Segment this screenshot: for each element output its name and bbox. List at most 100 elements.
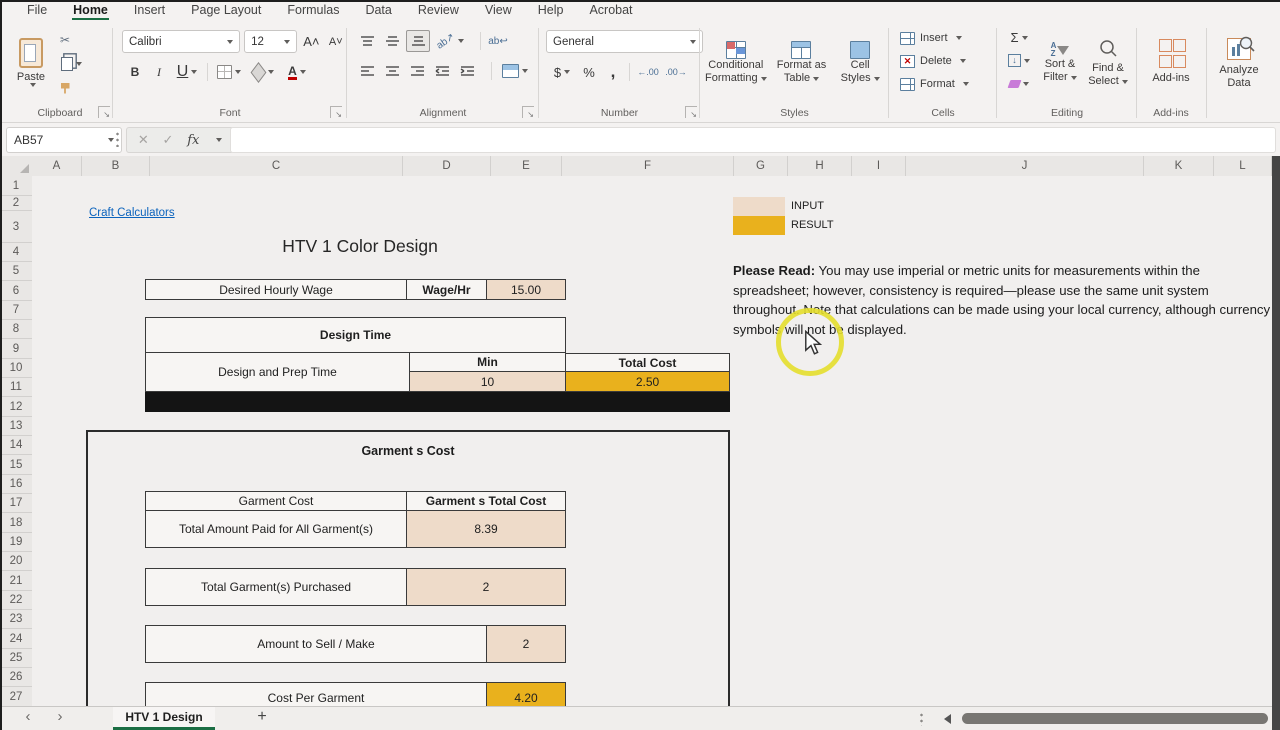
- row-header-16[interactable]: 16: [0, 475, 32, 494]
- row-header-20[interactable]: 20: [0, 552, 32, 571]
- menu-tab-formulas[interactable]: Formulas: [274, 2, 352, 20]
- menu-tab-review[interactable]: Review: [405, 2, 472, 20]
- row-header-24[interactable]: 24: [0, 629, 32, 649]
- autosum-button[interactable]: Σ: [1002, 28, 1036, 47]
- column-header-E[interactable]: E: [491, 156, 562, 176]
- cell-styles-button[interactable]: CellStyles: [834, 28, 886, 98]
- decrease-font-icon[interactable]: A˅: [326, 32, 346, 52]
- amount-to-sell-value-cell[interactable]: 2: [487, 625, 566, 663]
- row-header-14[interactable]: 14: [0, 436, 32, 455]
- row-header-25[interactable]: 25: [0, 649, 32, 668]
- bold-button[interactable]: B: [124, 62, 146, 82]
- row-header-3[interactable]: 3: [0, 211, 32, 243]
- fill-color-button[interactable]: [247, 62, 279, 82]
- row-header-6[interactable]: 6: [0, 281, 32, 301]
- column-header-J[interactable]: J: [906, 156, 1144, 176]
- fill-button[interactable]: ↓: [1002, 51, 1036, 70]
- format-cells-button[interactable]: Format: [900, 75, 996, 93]
- column-header-K[interactable]: K: [1144, 156, 1214, 176]
- column-header-L[interactable]: L: [1214, 156, 1272, 176]
- row-header-5[interactable]: 5: [0, 262, 32, 281]
- hscroll-left-arrow[interactable]: [944, 714, 951, 724]
- cancel-icon[interactable]: ✕: [138, 132, 149, 148]
- column-header-H[interactable]: H: [788, 156, 852, 176]
- comma-style-icon[interactable]: ,: [602, 62, 624, 82]
- fx-dropdown-icon[interactable]: [216, 138, 222, 142]
- row-header-19[interactable]: 19: [0, 533, 32, 552]
- accounting-format-button[interactable]: $: [548, 62, 576, 82]
- vertical-scrollbar[interactable]: [1272, 156, 1280, 730]
- find-select-button[interactable]: Find &Select: [1084, 28, 1132, 98]
- row-header-27[interactable]: 27: [0, 687, 32, 706]
- alignment-dialog-launcher[interactable]: ↘: [522, 106, 534, 118]
- next-sheet-button[interactable]: ›: [50, 708, 70, 725]
- column-header-I[interactable]: I: [852, 156, 906, 176]
- insert-function-icon[interactable]: fx: [187, 133, 199, 148]
- row-header-23[interactable]: 23: [0, 610, 32, 629]
- row-header-13[interactable]: 13: [0, 417, 32, 436]
- wrap-text-icon[interactable]: ab↩: [487, 31, 509, 51]
- tabbar-splitter[interactable]: [920, 712, 923, 726]
- sheet-canvas[interactable]: Craft Calculators HTV 1 Color Design Des…: [32, 176, 1272, 706]
- row-header-1[interactable]: 1: [0, 176, 32, 196]
- column-header-C[interactable]: C: [150, 156, 403, 176]
- add-sheet-button[interactable]: +: [252, 708, 272, 726]
- column-header-D[interactable]: D: [403, 156, 491, 176]
- row-header-18[interactable]: 18: [0, 513, 32, 533]
- cut-icon[interactable]: ✂: [54, 30, 76, 50]
- column-header-G[interactable]: G: [734, 156, 788, 176]
- format-as-table-button[interactable]: Format asTable: [772, 28, 830, 98]
- conditional-formatting-button[interactable]: ConditionalFormatting: [703, 28, 769, 98]
- number-dialog-launcher[interactable]: ↘: [685, 106, 697, 118]
- garments-purchased-value-cell[interactable]: 2: [407, 568, 566, 606]
- row-header-4[interactable]: 4: [0, 243, 32, 262]
- wage-value-cell[interactable]: 15.00: [487, 279, 566, 300]
- increase-decimal-icon[interactable]: ←.00: [635, 62, 661, 82]
- number-format-select[interactable]: General: [546, 30, 703, 53]
- row-header-26[interactable]: 26: [0, 668, 32, 687]
- orientation-button[interactable]: ab↗: [433, 31, 467, 51]
- percent-style-icon[interactable]: %: [578, 62, 600, 82]
- align-bottom-icon[interactable]: [406, 30, 430, 52]
- row-header-22[interactable]: 22: [0, 591, 32, 610]
- align-top-icon[interactable]: [356, 31, 378, 51]
- row-header-8[interactable]: 8: [0, 320, 32, 339]
- align-right-icon[interactable]: [406, 61, 428, 81]
- italic-button[interactable]: I: [148, 62, 170, 82]
- align-center-icon[interactable]: [381, 61, 403, 81]
- min-value-cell[interactable]: 10: [410, 372, 566, 392]
- paste-dropdown-icon[interactable]: [30, 83, 36, 87]
- enter-icon[interactable]: ✓: [163, 132, 174, 148]
- prev-sheet-button[interactable]: ‹: [18, 708, 38, 725]
- font-name-select[interactable]: Calibri: [122, 30, 240, 53]
- font-color-button[interactable]: A: [281, 62, 313, 82]
- increase-indent-icon[interactable]: [456, 61, 478, 81]
- font-dialog-launcher[interactable]: ↘: [330, 106, 342, 118]
- name-box-splitter[interactable]: [116, 131, 119, 147]
- row-header-11[interactable]: 11: [0, 378, 32, 397]
- menu-tab-page-layout[interactable]: Page Layout: [178, 2, 274, 20]
- insert-cells-button[interactable]: Insert: [900, 29, 996, 47]
- row-header-7[interactable]: 7: [0, 301, 32, 320]
- align-left-icon[interactable]: [356, 61, 378, 81]
- menu-tab-help[interactable]: Help: [525, 2, 577, 20]
- clipboard-dialog-launcher[interactable]: ↘: [98, 106, 110, 118]
- addins-button[interactable]: Add-ins: [1141, 26, 1201, 98]
- borders-button[interactable]: [213, 62, 245, 82]
- menu-tab-view[interactable]: View: [472, 2, 525, 20]
- column-header-A[interactable]: A: [32, 156, 82, 176]
- sheet-tab-htv-1-design[interactable]: HTV 1 Design: [113, 707, 215, 730]
- formula-input[interactable]: [230, 127, 1276, 153]
- row-header-15[interactable]: 15: [0, 455, 32, 475]
- font-size-select[interactable]: 12: [244, 30, 297, 53]
- total-paid-value-cell[interactable]: 8.39: [407, 511, 566, 548]
- craft-calculators-link[interactable]: Craft Calculators: [89, 207, 175, 219]
- decrease-decimal-icon[interactable]: .00→: [663, 62, 689, 82]
- row-header-21[interactable]: 21: [0, 571, 32, 591]
- paste-button[interactable]: Paste: [8, 28, 54, 96]
- menu-tab-insert[interactable]: Insert: [121, 2, 178, 20]
- increase-font-icon[interactable]: A˄: [301, 32, 321, 52]
- underline-button[interactable]: U: [172, 62, 202, 82]
- merge-center-button[interactable]: [498, 61, 532, 81]
- horizontal-scrollbar[interactable]: [962, 713, 1268, 724]
